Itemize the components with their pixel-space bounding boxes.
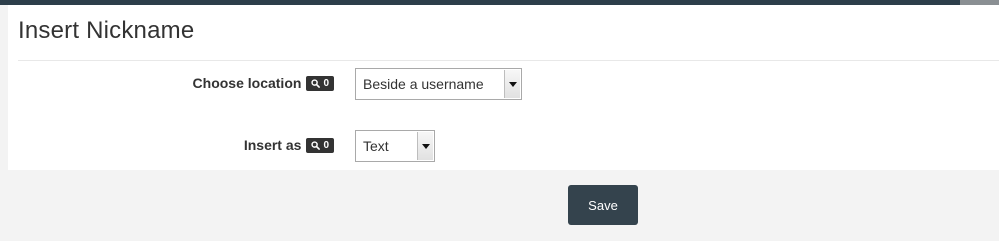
left-edge-shadow [0, 5, 8, 170]
chevron-down-icon [508, 81, 517, 87]
choose-location-select[interactable]: Beside a username [355, 68, 522, 100]
search-icon [311, 140, 321, 150]
save-button[interactable]: Save [568, 185, 638, 225]
search-icon [311, 78, 321, 88]
choose-location-label: Choose location [192, 75, 302, 91]
choose-location-badge-count: 0 [323, 77, 329, 89]
insert-as-select[interactable]: Text [355, 130, 435, 162]
choose-location-selected-value: Beside a username [363, 76, 484, 92]
chevron-down-icon [421, 143, 430, 149]
insert-as-selected-value: Text [363, 138, 389, 154]
choose-location-dropdown-arrow[interactable] [504, 70, 520, 98]
field-label-insert-as: Insert as 0 [120, 135, 334, 155]
dialog-title: Insert Nickname [18, 17, 195, 44]
top-strip-fade [960, 0, 999, 5]
dialog-footer: Save [0, 170, 999, 241]
field-label-choose-location: Choose location 0 [120, 73, 334, 93]
insert-as-badge-count: 0 [323, 139, 329, 151]
insert-as-label: Insert as [243, 137, 302, 153]
insert-as-badge[interactable]: 0 [306, 137, 334, 153]
insert-as-dropdown-arrow[interactable] [417, 132, 433, 160]
window-top-strip [0, 0, 999, 5]
choose-location-badge[interactable]: 0 [306, 75, 334, 91]
title-divider [18, 60, 999, 61]
